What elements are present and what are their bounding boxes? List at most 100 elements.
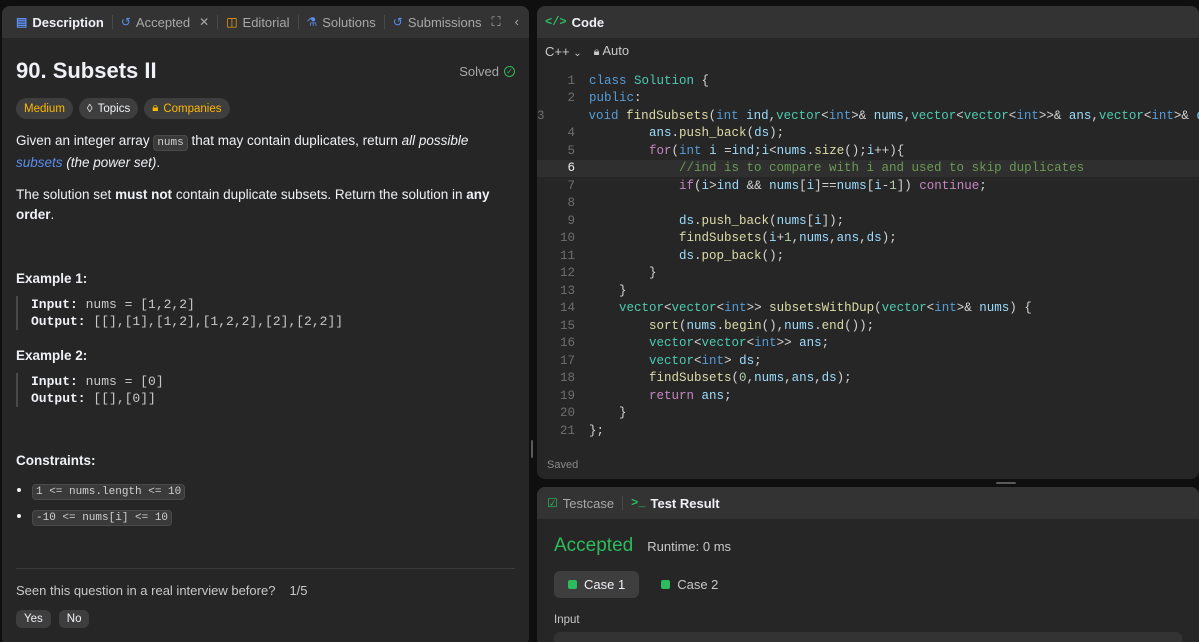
example-output: [[],[0]] — [85, 391, 156, 406]
input-label: Input: — [31, 374, 78, 389]
tab-testcase-label: Testcase — [562, 495, 615, 511]
horizontal-resize-handle[interactable] — [996, 482, 1016, 484]
subsets-link[interactable]: subsets — [16, 155, 63, 170]
verdict-label: Accepted — [554, 535, 634, 556]
code-line[interactable]: 17 vector<int> ds; — [537, 352, 1199, 370]
history-icon: ↺ — [120, 15, 131, 29]
lock-icon: 🔒︎ — [593, 46, 600, 58]
code-line[interactable]: 16 vector<vector<int>> ans; — [537, 335, 1199, 353]
code-line[interactable]: 11 ds.pop_back(); — [537, 247, 1199, 265]
desc-italic: (the power set) — [62, 155, 157, 170]
input-box — [554, 632, 1182, 642]
code-text[interactable]: } — [575, 266, 657, 280]
code-line[interactable]: 3 void findSubsets(int ind,vector<int>& … — [537, 107, 1199, 125]
lock-icon: 🔒︎ — [152, 102, 159, 114]
desc-text: The solution set — [16, 187, 116, 202]
code-line[interactable]: 14 vector<vector<int>> subsetsWithDup(ve… — [537, 300, 1199, 318]
yes-button[interactable]: Yes — [16, 610, 51, 628]
code-line[interactable]: 10 findSubsets(i+1,nums,ans,ds); — [537, 230, 1199, 248]
code-text[interactable]: public: — [575, 91, 642, 105]
example-input: nums = [1,2,2] — [77, 297, 195, 312]
companies-button[interactable]: 🔒︎ Companies — [144, 98, 230, 119]
code-line[interactable]: 19 return ans; — [537, 387, 1199, 405]
code-line[interactable]: 7 if(i>ind && nums[i]==nums[i-1]) contin… — [537, 177, 1199, 195]
code-text[interactable]: vector<int> ds; — [575, 354, 762, 368]
tab-editorial[interactable]: ◫ Editorial — [220, 6, 295, 38]
close-icon[interactable]: ✕ — [199, 15, 209, 29]
code-toolbar: C++ ⌄ 🔒︎ Auto — [537, 38, 1199, 64]
line-number: 9 — [567, 213, 575, 228]
code-line[interactable]: 1 class Solution { — [537, 72, 1199, 90]
language-select[interactable]: C++ ⌄ — [545, 44, 582, 59]
code-text[interactable]: } — [575, 284, 627, 298]
tab-testcase[interactable]: ☑ Testcase — [545, 487, 620, 519]
code-line[interactable]: 5 for(int i =ind;i<nums.size();i++){ — [537, 142, 1199, 160]
output-label: Output: — [31, 314, 86, 329]
code-line[interactable]: 4 ans.push_back(ds); — [537, 125, 1199, 143]
code-text[interactable]: sort(nums.begin(),nums.end()); — [575, 319, 874, 333]
code-line[interactable]: 13 } — [537, 282, 1199, 300]
code-text[interactable]: } — [575, 406, 627, 420]
tab-test-result-label: Test Result — [650, 495, 720, 511]
code-text[interactable]: class Solution { — [575, 74, 709, 88]
code-text[interactable]: vector<vector<int>> ans; — [575, 336, 829, 350]
code-line[interactable]: 20 } — [537, 405, 1199, 423]
case-2-tab[interactable]: Case 2 — [647, 571, 732, 598]
tab-accepted[interactable]: ↺ Accepted ✕ — [115, 6, 215, 38]
tab-editorial-label: Editorial — [242, 14, 290, 30]
code-text[interactable]: }; — [575, 424, 604, 438]
code-text[interactable]: findSubsets(0,nums,ans,ds); — [575, 371, 852, 385]
code-text[interactable]: if(i>ind && nums[i]==nums[i-1]) continue… — [575, 179, 987, 193]
check-icon — [661, 580, 671, 589]
difficulty-badge[interactable]: Medium — [16, 98, 73, 119]
line-number: 17 — [559, 353, 575, 368]
line-number: 8 — [567, 196, 575, 211]
code-text[interactable]: return ans; — [575, 389, 732, 403]
tab-submissions[interactable]: ↺ Submissions — [387, 6, 483, 38]
input-label: Input — [554, 614, 580, 626]
tab-code[interactable]: </> Code — [545, 6, 610, 38]
no-button[interactable]: No — [58, 610, 90, 628]
code-text[interactable]: vector<vector<int>> subsetsWithDup(vecto… — [575, 301, 1032, 315]
description-paragraph: Given an integer array nums that may con… — [16, 131, 515, 173]
chevron-left-icon[interactable]: ‹ — [515, 14, 519, 30]
code-text[interactable]: ds.pop_back(); — [575, 249, 784, 263]
auto-mode[interactable]: 🔒︎ Auto — [594, 43, 630, 59]
case-1-tab[interactable]: Case 1 — [554, 571, 640, 598]
book-icon: ◫ — [226, 15, 238, 29]
description-paragraph: The solution set must not contain duplic… — [16, 185, 515, 225]
code-line[interactable]: 2 public: — [537, 90, 1199, 108]
constraints-list: 1 <= nums.length <= 10 -10 <= nums[i] <=… — [16, 482, 515, 526]
code-text[interactable]: ans.push_back(ds); — [575, 126, 784, 140]
code-line[interactable]: 15 sort(nums.begin(),nums.end()); — [537, 317, 1199, 335]
interview-question: Seen this question in a real interview b… — [16, 583, 276, 598]
code-text[interactable]: ds.push_back(nums[i]); — [575, 214, 844, 228]
tab-test-result[interactable]: >_ Test Result — [625, 487, 726, 519]
desc-text: Given an integer array — [16, 133, 154, 148]
desc-text: that may contain duplicates, return — [187, 133, 402, 148]
code-text[interactable]: findSubsets(i+1,nums,ans,ds); — [575, 231, 897, 245]
expand-icon[interactable]: ⛶ — [492, 14, 501, 30]
code-text[interactable]: //ind is to compare with i and used to s… — [575, 161, 1084, 175]
line-number: 19 — [559, 388, 575, 403]
code-line[interactable]: 12 } — [537, 265, 1199, 283]
line-number: 3 — [537, 108, 545, 123]
code-text[interactable]: void findSubsets(int ind,vector<int>& nu… — [545, 109, 1199, 123]
code-line[interactable]: 6 //ind is to compare with i and used to… — [537, 159, 1199, 177]
desc-bold: must not — [115, 187, 173, 202]
tab-solutions[interactable]: ⚗ Solutions — [301, 6, 382, 38]
code-line[interactable]: 18 findSubsets(0,nums,ans,ds); — [537, 370, 1199, 388]
code-text[interactable]: for(int i =ind;i<nums.size();i++){ — [575, 144, 904, 158]
vertical-resize-handle[interactable] — [531, 440, 533, 458]
code-editor[interactable]: 1 class Solution {2 public: 3 void findSubs… — [537, 72, 1199, 440]
code-line[interactable]: 21}; — [537, 422, 1199, 440]
check-icon — [568, 580, 577, 589]
topics-button[interactable]: ◊ Topics — [78, 98, 139, 119]
code-tab-bar: </> Code — [537, 6, 1199, 38]
code-line[interactable]: 8 — [537, 195, 1199, 213]
tab-separator — [622, 496, 624, 510]
code-line[interactable]: 9 ds.push_back(nums[i]); — [537, 212, 1199, 230]
tab-description[interactable]: ▤ Description — [10, 6, 110, 38]
example-block: Input: nums = [1,2,2] Output: [[],[1],[1… — [16, 296, 515, 330]
page-title: 90. Subsets II — [16, 58, 157, 83]
